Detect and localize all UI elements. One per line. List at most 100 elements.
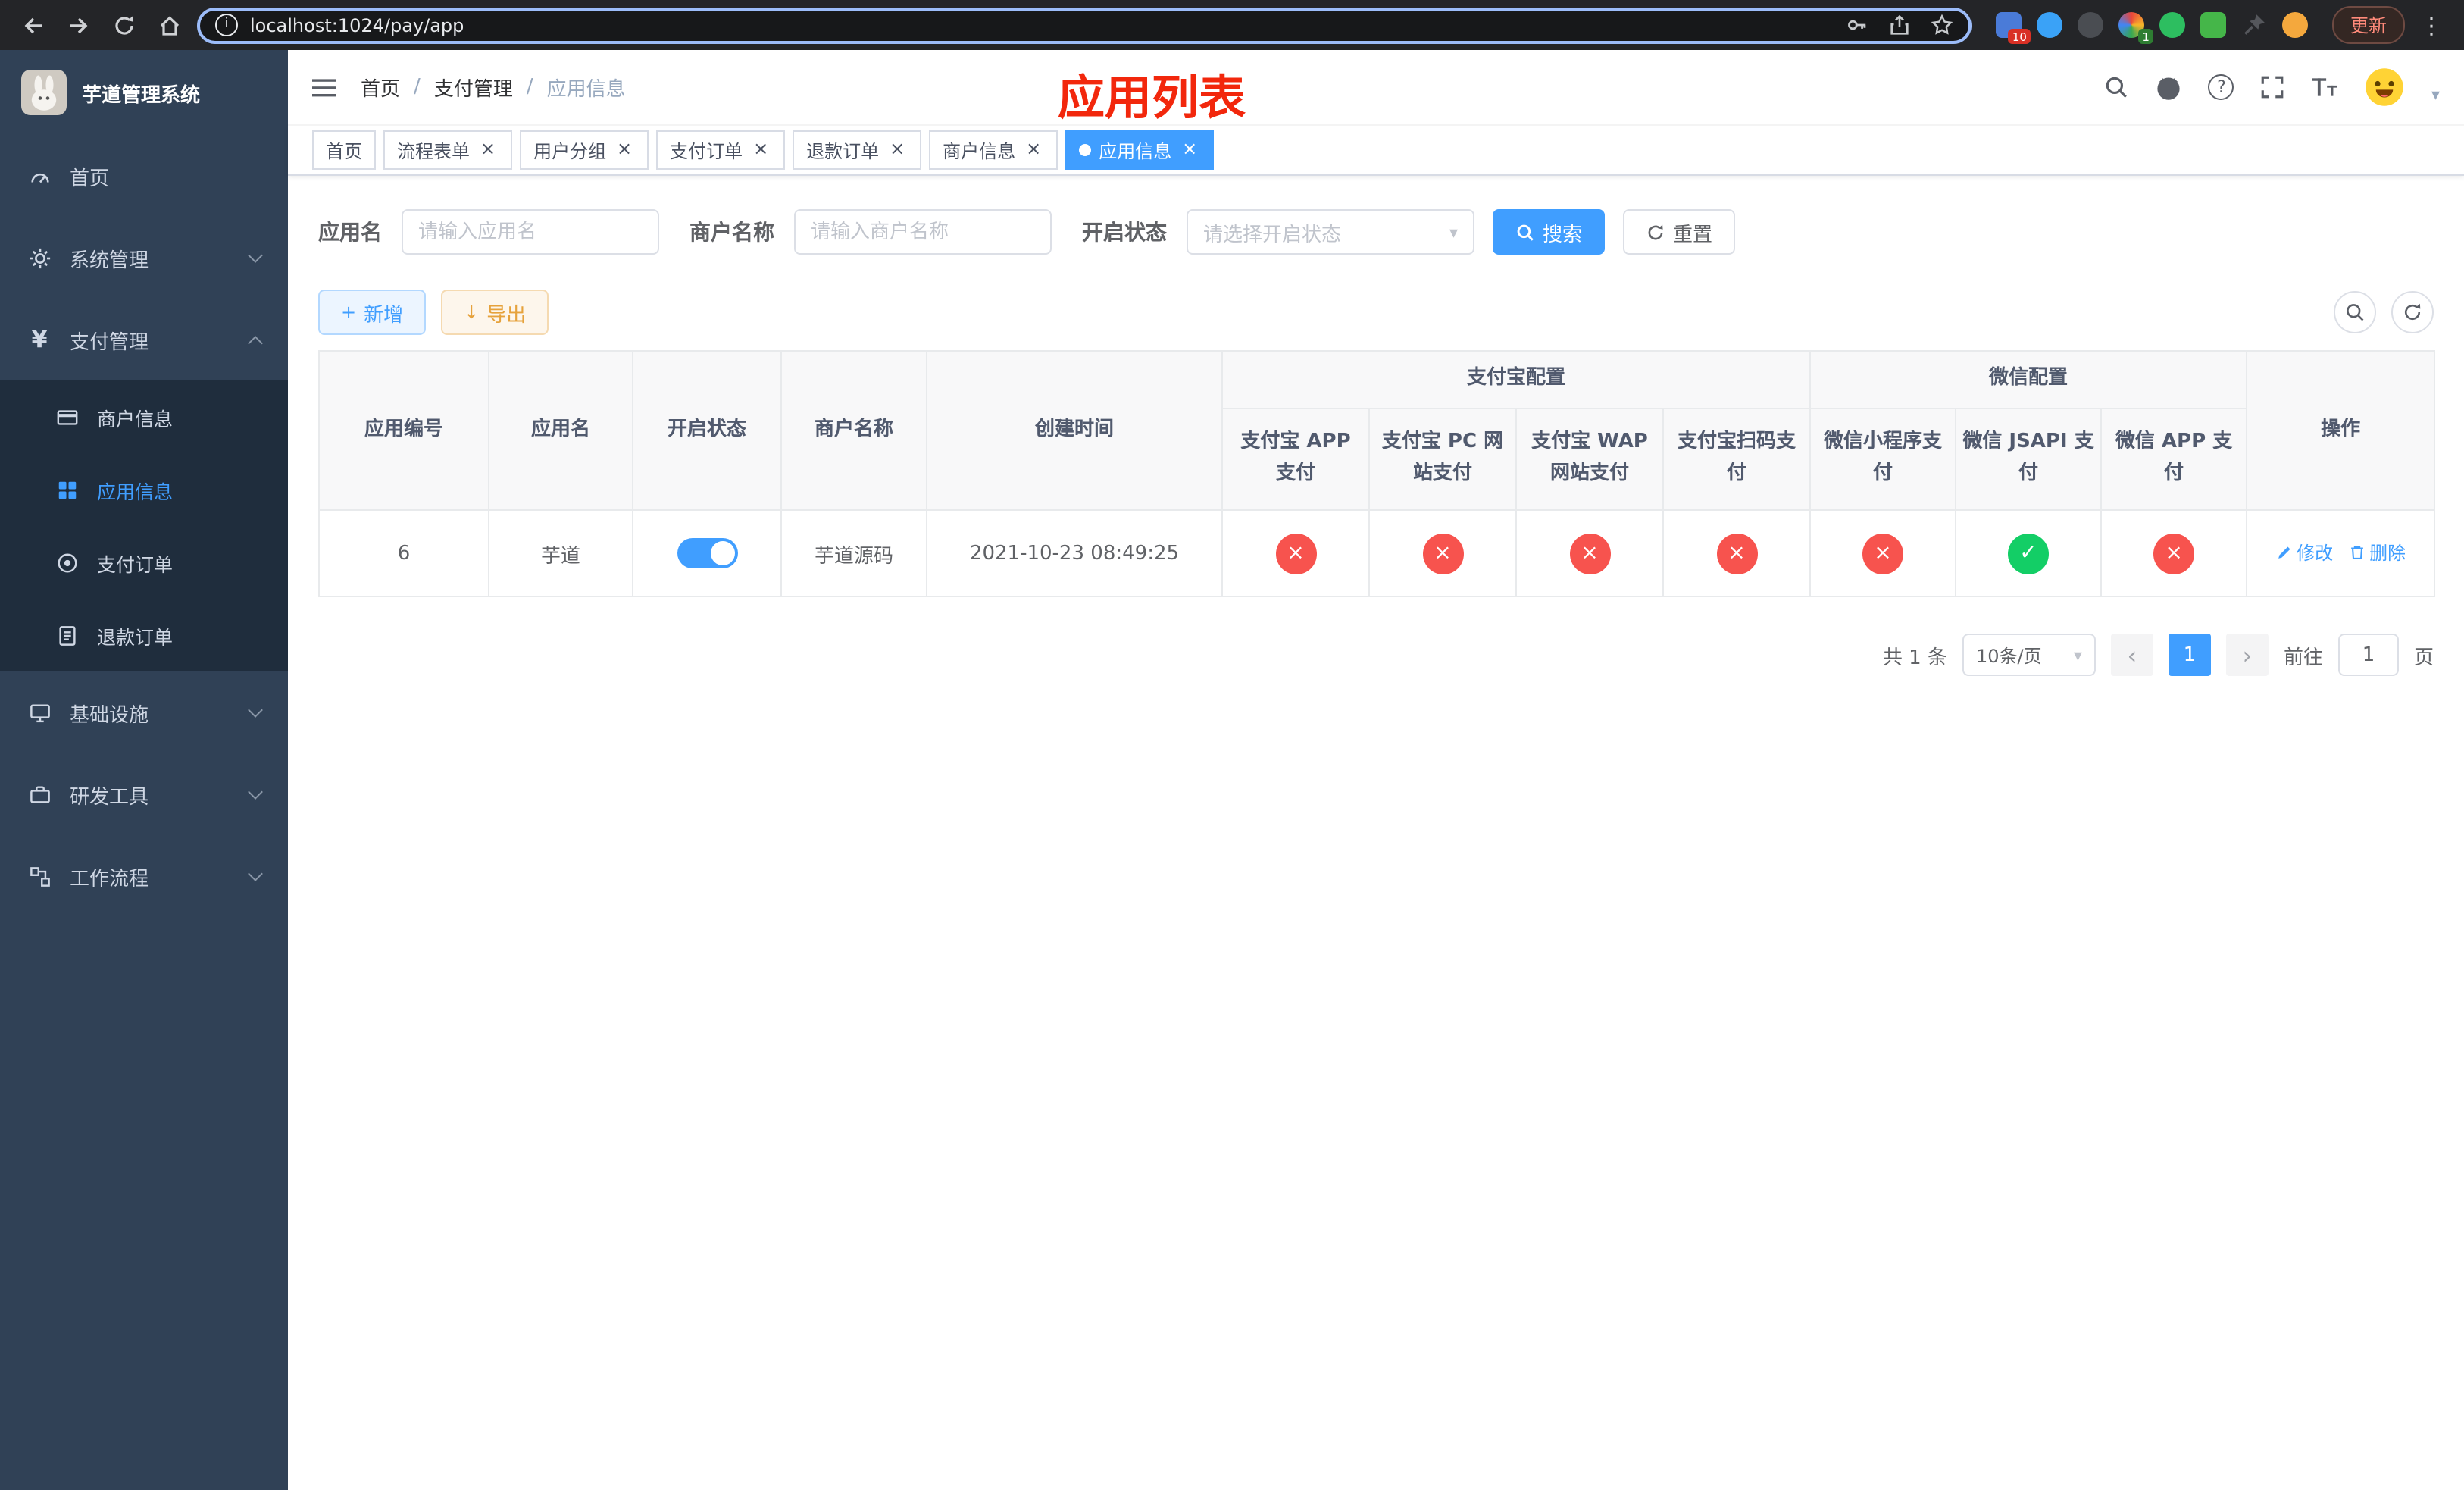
next-page-button[interactable]: ›	[2225, 634, 2269, 676]
info-glyph: i	[224, 17, 229, 32]
merchant-name-input[interactable]	[794, 209, 1052, 255]
tab-merchant-info[interactable]: 商户信息 ×	[929, 130, 1058, 170]
status-toggle[interactable]	[677, 538, 737, 568]
site-info-icon[interactable]: i	[215, 14, 238, 36]
sidebar-toggle-icon[interactable]	[312, 75, 339, 99]
sidebar-item-app-info[interactable]: 应用信息	[0, 453, 288, 526]
sidebar-item-system[interactable]: 系统管理	[0, 217, 288, 299]
wx-jsapi-status-icon: ✓	[2008, 533, 2050, 574]
alipay-app-status-icon: ×	[1275, 533, 1316, 574]
search-icon[interactable]	[2104, 74, 2130, 100]
cell-merchant: 芋道源码	[780, 509, 927, 597]
reload-icon[interactable]	[106, 7, 142, 43]
cell-wx-jsapi: ✓	[1955, 509, 2103, 597]
close-icon[interactable]: ×	[477, 139, 499, 161]
home-icon[interactable]	[152, 7, 188, 43]
refresh-table-button[interactable]	[2391, 291, 2434, 333]
breadcrumb-separator: /	[414, 76, 421, 99]
select-placeholder: 请选择开启状态	[1203, 224, 1342, 246]
sidebar-item-payment[interactable]: ¥ 支付管理	[0, 299, 288, 380]
search-button-label: 搜索	[1543, 224, 1583, 246]
app-name-input[interactable]	[402, 209, 659, 255]
tab-app-info[interactable]: 应用信息 ×	[1065, 130, 1215, 170]
sidebar-item-label: 商户信息	[97, 407, 174, 430]
sidebar-item-infrastructure[interactable]: 基础设施	[0, 671, 288, 753]
export-button[interactable]: ↓ 导出	[441, 290, 549, 335]
github-icon[interactable]	[2156, 74, 2183, 101]
pin-icon[interactable]	[2241, 12, 2267, 38]
close-icon[interactable]: ×	[750, 139, 771, 161]
extension-icon-3[interactable]	[2077, 12, 2103, 38]
extension-icon-1[interactable]: 10	[1995, 12, 2031, 44]
extensions-area: 10 1	[1995, 12, 2308, 44]
close-icon[interactable]: ×	[614, 139, 635, 161]
cell-alipay-pc: ×	[1368, 509, 1517, 597]
extension-icon-2[interactable]	[2036, 12, 2062, 38]
share-icon[interactable]	[1888, 14, 1911, 36]
reset-button[interactable]: 重置	[1623, 209, 1736, 255]
tab-user-group[interactable]: 用户分组 ×	[520, 130, 649, 170]
tab-refund-order[interactable]: 退款订单 ×	[793, 130, 922, 170]
filter-app-name-label: 应用名	[318, 221, 382, 246]
tab-pay-order[interactable]: 支付订单 ×	[656, 130, 786, 170]
avatar-dropdown-caret-icon[interactable]: ▾	[2431, 85, 2440, 105]
forward-icon[interactable]	[61, 7, 97, 43]
breadcrumb-payment[interactable]: 支付管理	[434, 73, 513, 102]
cell-alipay-wap: ×	[1515, 509, 1664, 597]
profile-avatar-icon[interactable]	[2281, 12, 2308, 38]
goto-label: 前往	[2283, 646, 2323, 669]
close-icon[interactable]: ×	[1023, 139, 1044, 161]
page-number-button[interactable]: 1	[2168, 634, 2211, 676]
delete-link[interactable]: 删除	[2348, 540, 2406, 565]
bookmark-star-icon[interactable]	[1931, 14, 1953, 36]
toggle-search-button[interactable]	[2334, 291, 2376, 333]
fullscreen-icon[interactable]	[2260, 74, 2286, 100]
search-button[interactable]: 搜索	[1493, 209, 1606, 255]
sidebar-item-dev-tools[interactable]: 研发工具	[0, 753, 288, 835]
tab-process-form[interactable]: 流程表单 ×	[383, 130, 513, 170]
filter-status-label: 开启状态	[1082, 221, 1167, 246]
sidebar-item-pay-order[interactable]: 支付订单	[0, 526, 288, 599]
payment-submenu: 商户信息 应用信息 支付订单 退款订单	[0, 380, 288, 671]
target-icon	[55, 550, 79, 574]
url-text[interactable]: localhost:1024/pay/app	[250, 14, 464, 36]
font-size-icon[interactable]	[2312, 74, 2339, 100]
extension-icon-6[interactable]	[2200, 12, 2226, 38]
chevron-down-icon: ▾	[1449, 222, 1458, 242]
sidebar-item-home[interactable]: 首页	[0, 135, 288, 217]
col-header-wx-jsapi: 微信 JSAPI 支付	[1955, 408, 2103, 511]
password-key-icon[interactable]	[1846, 14, 1868, 36]
app-table: 应用编号 应用名 开启状态 商户名称 创建时间 支付宝配置 微信配置 操作 支付…	[318, 350, 2436, 597]
top-navbar: 首页 / 支付管理 / 应用信息 应用列表 ? ▾	[288, 50, 2464, 126]
cell-wx-app: ×	[2100, 509, 2248, 597]
col-header-app-name: 应用名	[488, 350, 633, 511]
close-icon[interactable]: ×	[886, 139, 908, 161]
sidebar-item-merchant-info[interactable]: 商户信息	[0, 380, 288, 453]
gear-icon	[27, 246, 52, 270]
help-icon[interactable]: ?	[2208, 74, 2234, 100]
status-select[interactable]: 请选择开启状态 ▾	[1187, 209, 1474, 255]
chrome-update-button[interactable]: 更新	[2331, 6, 2405, 44]
sidebar-item-workflow[interactable]: 工作流程	[0, 835, 288, 917]
close-icon[interactable]: ×	[1179, 139, 1200, 161]
breadcrumb-current: 应用信息	[546, 79, 626, 102]
edit-link[interactable]: 修改	[2275, 540, 2333, 565]
extension-icon-wechat[interactable]	[2159, 12, 2185, 38]
chrome-menu-icon[interactable]: ⋮	[2414, 11, 2449, 39]
sidebar-item-refund-order[interactable]: 退款订单	[0, 599, 288, 671]
goto-page-input[interactable]	[2337, 634, 2399, 676]
back-icon[interactable]	[15, 7, 52, 43]
toggle-knob	[710, 541, 734, 565]
user-avatar[interactable]	[2365, 67, 2406, 108]
add-button[interactable]: + 新增	[318, 290, 427, 335]
breadcrumb-home[interactable]: 首页	[361, 73, 400, 102]
reset-button-label: 重置	[1673, 224, 1713, 246]
extension-icon-4[interactable]: 1	[2118, 12, 2153, 44]
prev-page-button[interactable]: ‹	[2110, 634, 2153, 676]
tab-home[interactable]: 首页	[312, 130, 377, 170]
cell-app-name: 芋道	[488, 509, 633, 597]
page-size-select[interactable]: 10条/页 ▾	[1962, 634, 2096, 676]
breadcrumb: 首页 / 支付管理 / 应用信息	[361, 73, 626, 102]
chevron-down-icon	[248, 702, 263, 717]
address-bar[interactable]: i localhost:1024/pay/app	[197, 7, 1972, 43]
